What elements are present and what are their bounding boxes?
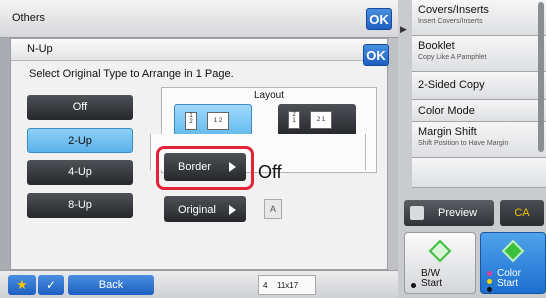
paper-tray-number: 4	[263, 281, 268, 290]
bw-dot-icon	[411, 283, 416, 288]
start-diamond-icon	[501, 239, 525, 263]
paper-status: 4 11x17	[258, 275, 316, 295]
start-diamond-icon	[428, 239, 452, 263]
right-panel-scrollbar[interactable]	[538, 2, 544, 152]
others-title: Others	[12, 12, 46, 24]
arrow-right-icon	[229, 205, 236, 215]
color-dot-icon	[487, 279, 492, 284]
original-label: Original	[178, 204, 216, 216]
two-sided-copy-item[interactable]: 2-Sided Copy	[412, 72, 546, 100]
expand-arrow-icon[interactable]: ▶	[400, 24, 407, 35]
others-header: Others OK	[0, 0, 398, 38]
layout-label: Layout	[253, 90, 285, 101]
clear-all-button[interactable]: CA	[500, 200, 544, 226]
check-icon[interactable]: ✓	[38, 275, 64, 295]
landscape-page-icon: 2 1	[310, 111, 332, 129]
layout-option-right-to-left[interactable]: 21 2 1	[278, 104, 356, 136]
arrow-right-icon	[229, 162, 236, 172]
nup-off-button[interactable]: Off	[27, 95, 133, 120]
bw-start-button[interactable]: B/W Start	[404, 232, 476, 294]
booklet-item[interactable]: Booklet Copy Like A Pamphlet	[412, 36, 546, 72]
color-dot-icon	[487, 287, 492, 292]
underlying-panel-edge	[0, 38, 10, 270]
color-start-label: Color Start	[497, 268, 521, 289]
back-button[interactable]: Back	[68, 275, 154, 295]
color-dot-icon	[487, 271, 492, 276]
paper-size: 11x17	[277, 281, 299, 290]
others-ok-button[interactable]: OK	[366, 8, 392, 30]
layout-option-left-to-right[interactable]: 12 1 2	[174, 104, 252, 136]
nup-instruction: Select Original Type to Arrange in 1 Pag…	[29, 68, 234, 80]
preview-icon	[410, 206, 424, 220]
original-button[interactable]: Original	[164, 196, 246, 222]
nup-title: N-Up	[27, 43, 53, 55]
color-start-button[interactable]: Color Start	[480, 232, 546, 294]
empty-function-item[interactable]	[412, 158, 546, 188]
border-button[interactable]: Border	[164, 153, 246, 181]
portrait-page-icon: 12	[185, 112, 197, 130]
favorite-star-icon[interactable]: ★	[8, 275, 36, 295]
right-item-label: Margin Shift	[418, 126, 477, 138]
covers-inserts-item[interactable]: Covers/Inserts Insert Covers/Inserts	[412, 0, 546, 36]
border-state-value: Off	[258, 162, 282, 182]
right-item-label: 2-Sided Copy	[418, 79, 485, 91]
right-item-label: Booklet	[418, 40, 455, 52]
portrait-page-icon: 21	[288, 111, 300, 129]
preview-button[interactable]: Preview	[404, 200, 494, 226]
nup-2up-button[interactable]: 2-Up	[27, 128, 133, 153]
color-mode-item[interactable]: Color Mode	[412, 100, 546, 122]
right-item-sublabel: Copy Like A Pamphlet	[418, 54, 487, 61]
nup-4up-button[interactable]: 4-Up	[27, 160, 133, 185]
preview-label: Preview	[438, 207, 478, 219]
bottom-bar: ★ ✓ Back 4 11x17	[0, 270, 398, 298]
nup-8up-button[interactable]: 8-Up	[27, 193, 133, 218]
right-item-label: Covers/Inserts	[418, 4, 489, 16]
margin-shift-item[interactable]: Margin Shift Shift Position to Have Marg…	[412, 122, 546, 158]
right-item-sublabel: Shift Position to Have Margin	[418, 140, 509, 147]
original-orientation-icon: A	[264, 199, 282, 219]
landscape-page-icon: 1 2	[207, 112, 229, 130]
nup-title-bar: N-Up	[11, 39, 387, 61]
copier-screen: Others OK ▶ Covers/Inserts Insert Covers…	[0, 0, 546, 298]
right-item-label: Color Mode	[418, 105, 475, 117]
right-item-sublabel: Insert Covers/Inserts	[418, 18, 483, 25]
bw-start-label: B/W Start	[421, 268, 443, 289]
nup-ok-button[interactable]: OK	[363, 44, 389, 66]
border-label: Border	[178, 161, 212, 173]
